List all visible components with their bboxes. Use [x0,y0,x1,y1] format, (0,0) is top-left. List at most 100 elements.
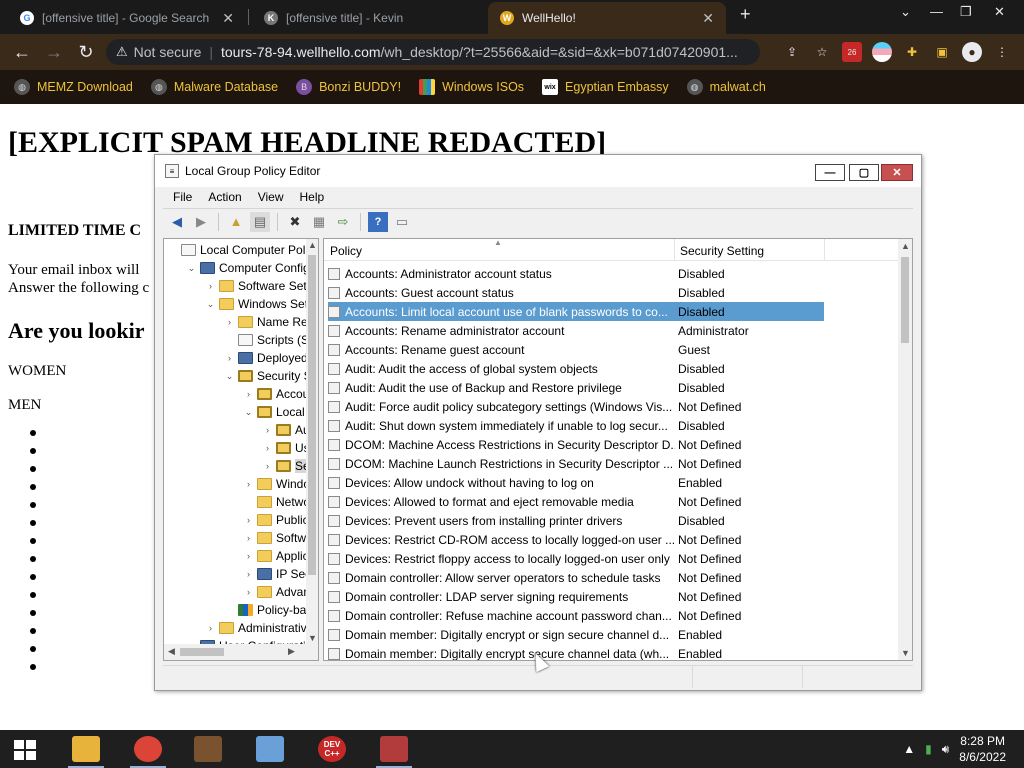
expand-chevron-icon[interactable]: › [263,443,272,453]
tree-node[interactable]: › Name Res [225,313,314,331]
battery-icon[interactable]: ▮ [925,742,932,756]
address-bar[interactable]: ⚠ Not secure | tours-78-94.wellhello.com… [106,39,760,65]
bookmark-malware-database[interactable]: ◍ Malware Database [150,79,278,95]
policy-row[interactable]: Accounts: Administrator account status Di… [328,264,824,283]
tree-node[interactable]: › Advan [244,583,310,601]
chevron-down-icon[interactable]: ⌄ [900,4,911,20]
expand-chevron-icon[interactable]: › [225,317,234,327]
tree-node[interactable]: › Accou [244,385,309,403]
tree-node[interactable]: ⌄ Computer Config [187,259,310,277]
expand-chevron-icon[interactable]: › [244,479,253,489]
expand-chevron-icon[interactable]: › [263,461,272,471]
maximize-button[interactable]: ▢ [849,164,879,181]
tree-node[interactable]: ⌄ Local F [244,403,316,421]
flag-extension-icon[interactable] [872,42,892,62]
policy-row[interactable]: Domain member: Digitally encrypt secure … [328,644,824,660]
tree-node[interactable]: ⌄ Windows Sett [206,295,312,313]
tab-google-search[interactable]: G [offensive title] - Google Search ✕ [8,2,246,34]
taskbar-chrome[interactable] [120,730,176,768]
policy-row[interactable]: Audit: Audit the use of Backup and Resto… [328,378,824,397]
tree-node[interactable]: Policy-bas [225,601,312,619]
bookmark-windows-isos[interactable]: Windows ISOs [419,79,524,95]
expand-chevron-icon[interactable]: › [244,551,253,561]
windows-start-icon[interactable] [14,740,36,760]
expand-chevron-icon[interactable]: › [244,569,253,579]
scroll-down-icon[interactable]: ▼ [308,633,317,643]
policy-list-pane[interactable]: Policy ▲ Security Setting ▲ ▼ Accounts: … [323,238,913,661]
scrollbar-thumb[interactable] [901,257,909,343]
tree-node[interactable]: › Public [244,511,309,529]
volume-icon[interactable]: 🔊︎ [942,742,950,757]
expand-chevron-icon[interactable]: › [206,281,215,291]
collapse-chevron-icon[interactable]: ⌄ [187,263,196,274]
policy-row[interactable]: Devices: Allow undock without having to … [328,473,824,492]
column-header-policy[interactable]: Policy [330,244,362,258]
scroll-up-icon[interactable]: ▲ [901,241,910,251]
policy-row[interactable]: Domain member: Digitally encrypt or sign… [328,625,824,644]
expand-chevron-icon[interactable]: › [263,425,272,435]
tree-node[interactable]: Netwo [244,493,310,511]
bookmark-bonzi[interactable]: B Bonzi BUDDY! [296,79,401,95]
scroll-right-icon[interactable]: ▶ [288,646,295,657]
tab-wellhello[interactable]: W WellHello! ✕ [488,2,726,34]
collapse-chevron-icon[interactable]: ⌄ [206,299,215,310]
ublock-badge-icon[interactable]: 26 [842,42,862,62]
policy-row[interactable]: Accounts: Limit local account use of bla… [328,302,824,321]
policy-row[interactable]: Accounts: Guest account status Disabled [328,283,824,302]
close-window-button[interactable]: ✕ [994,4,1005,20]
sidebar-icon[interactable]: ▣ [932,42,952,62]
up-folder-icon[interactable]: ▲ [226,212,246,232]
tree-vertical-scrollbar[interactable]: ▲ ▼ [306,239,318,644]
close-tab-icon[interactable]: ✕ [702,10,714,27]
back-arrow-icon[interactable]: ◀ [167,212,187,232]
tree-horizontal-scrollbar[interactable]: ◀ ▶ [164,644,318,660]
minimize-window-button[interactable]: — [930,4,943,19]
policy-row[interactable]: Accounts: Rename guest account Guest [328,340,824,359]
policy-row[interactable]: Audit: Force audit policy subcategory se… [328,397,824,416]
column-header-security-setting[interactable]: Security Setting [680,244,764,258]
tree-node[interactable]: › Applic [244,547,309,565]
expand-chevron-icon[interactable]: › [244,533,253,543]
tree-node[interactable]: › Administrative [206,619,313,637]
bookmark-memz[interactable]: ◍ MEMZ Download [14,79,133,95]
forward-arrow-icon[interactable]: ▶ [191,212,211,232]
delete-icon[interactable]: ✖ [285,212,305,232]
expand-chevron-icon[interactable]: › [244,587,253,597]
policy-row[interactable]: DCOM: Machine Access Restrictions in Sec… [328,435,824,454]
star-icon[interactable]: ☆ [812,42,832,62]
option-women[interactable]: WOMEN [8,363,66,380]
tree-node[interactable]: › Au [263,421,310,439]
share-icon[interactable]: ⇪ [782,42,802,62]
maximize-window-button[interactable]: ❐ [960,4,972,20]
taskbar-devcpp[interactable]: DEV C++ [304,730,360,768]
bookmark-egyptian-embassy[interactable]: wix Egyptian Embassy [542,79,669,95]
new-tab-button[interactable]: + [740,4,751,25]
scroll-left-icon[interactable]: ◀ [168,646,175,657]
puzzle-icon[interactable]: ✚ [902,42,922,62]
scroll-down-icon[interactable]: ▼ [901,648,910,658]
properties-icon[interactable]: ▦ [309,212,329,232]
menu-view[interactable]: View [250,190,292,204]
policy-row[interactable]: Accounts: Rename administrator account Ad… [328,321,824,340]
taskbar-toolbox[interactable] [366,730,422,768]
policy-row[interactable]: Devices: Restrict floppy access to local… [328,549,824,568]
column-divider[interactable] [674,239,675,261]
back-arrow-icon[interactable]: ← [6,42,38,63]
gpe-title-bar[interactable]: ≡ Local Group Policy Editor [155,155,921,187]
option-men[interactable]: MEN [8,397,41,414]
policy-row[interactable]: Devices: Restrict CD-ROM access to local… [328,530,824,549]
console-view-icon[interactable]: ▭ [392,212,412,232]
expand-chevron-icon[interactable]: › [244,515,253,525]
policy-row[interactable]: DCOM: Machine Launch Restrictions in Sec… [328,454,824,473]
policy-row[interactable]: Devices: Allowed to format and eject rem… [328,492,824,511]
tree-node[interactable]: › Deployed [225,349,308,367]
taskbar-winrar[interactable] [180,730,236,768]
expand-chevron-icon[interactable]: › [225,353,234,363]
export-list-icon[interactable]: ⇨ [333,212,353,232]
list-vertical-scrollbar[interactable]: ▲ ▼ [898,239,912,660]
tree-node[interactable]: › Software Setti [206,277,313,295]
show-hide-tree-icon[interactable]: ▤ [250,211,270,232]
policy-row[interactable]: Domain controller: LDAP server signing r… [328,587,824,606]
reload-icon[interactable]: ↻ [70,42,102,63]
tree-node[interactable]: › Softwa [244,529,313,547]
